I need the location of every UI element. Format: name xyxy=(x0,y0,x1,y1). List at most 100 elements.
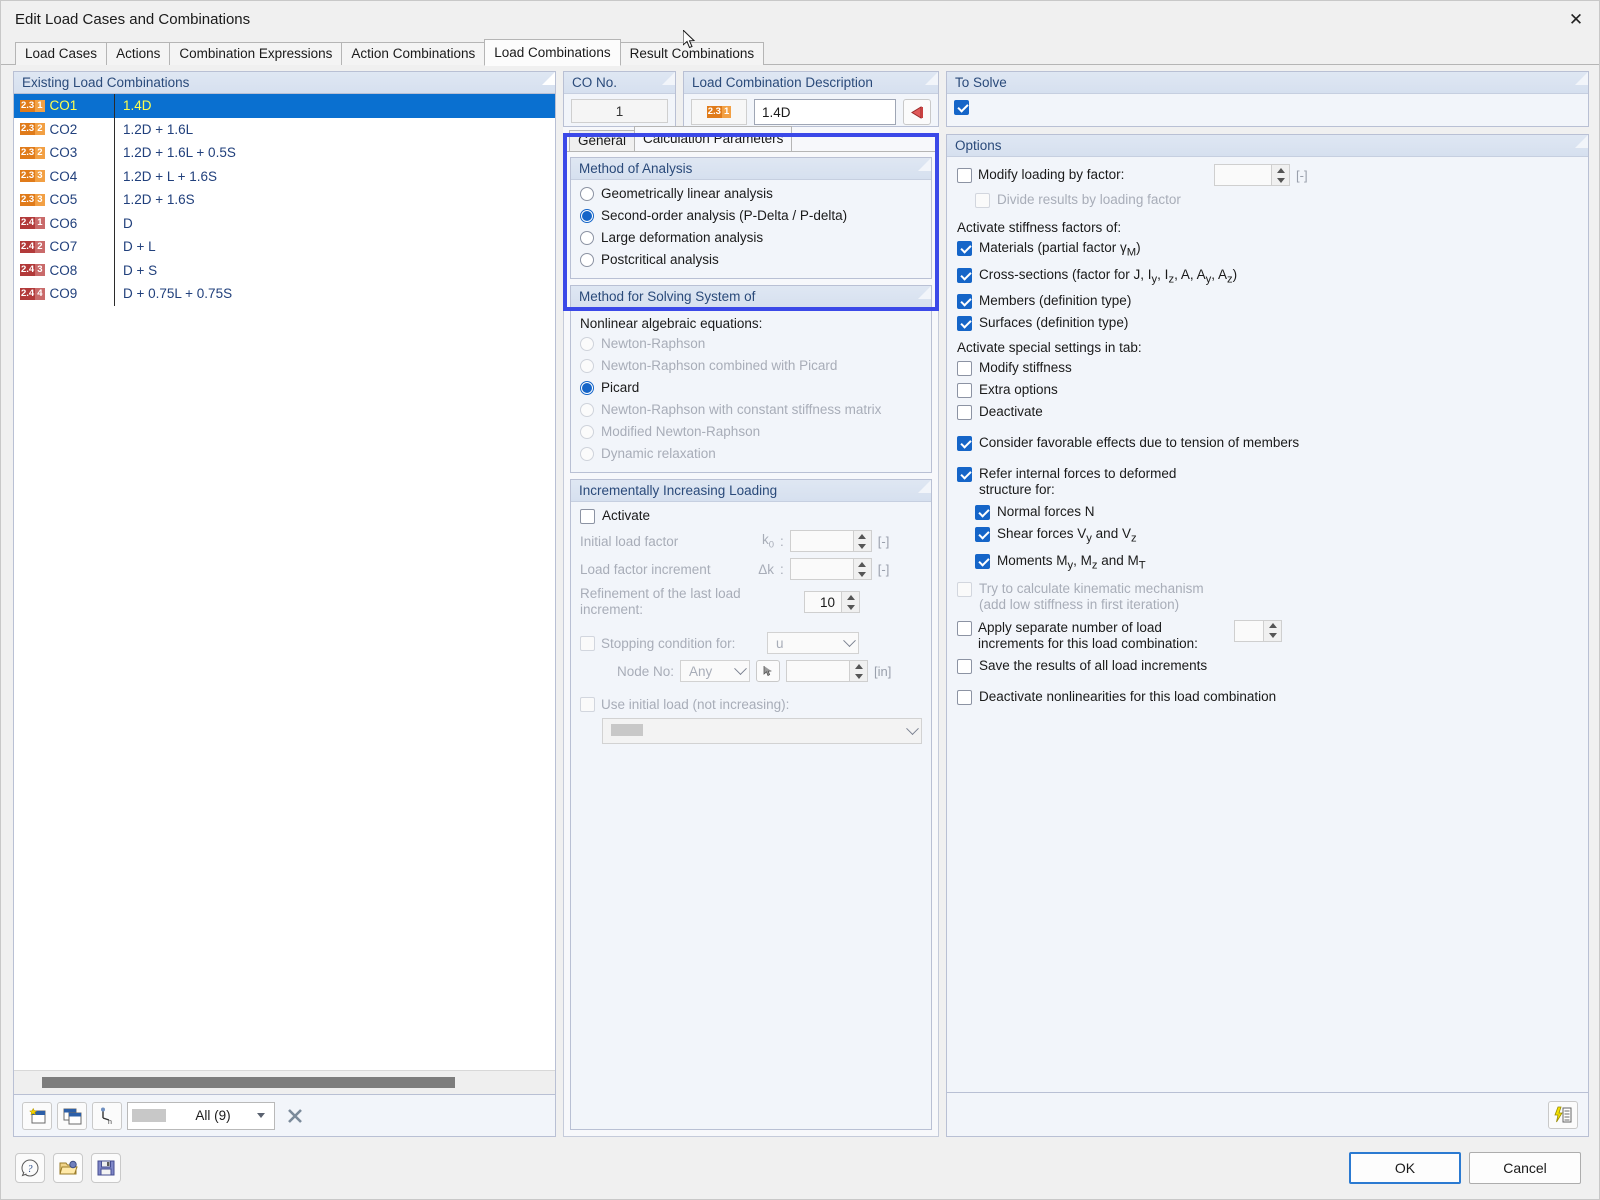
description-input[interactable]: 1.4D xyxy=(754,99,896,125)
inner-tab-calculation-parameters[interactable]: Calculation Parameters xyxy=(634,126,792,151)
tab-result-combinations[interactable]: Result Combinations xyxy=(620,42,765,65)
combination-list[interactable]: 2.31CO11.4D2.32CO21.2D + 1.6L2.32CO31.2D… xyxy=(13,93,556,1095)
checkbox[interactable] xyxy=(975,527,990,542)
filter-combo[interactable]: All (9) xyxy=(127,1102,275,1130)
solving-system-option-2[interactable]: Picard xyxy=(576,377,926,399)
stepper-arrows[interactable] xyxy=(853,531,871,551)
stiffness-option-2[interactable]: Members (definition type) xyxy=(953,290,1582,312)
stepper-arrows[interactable] xyxy=(853,559,871,579)
table-row[interactable]: 2.44CO9D + 0.75L + 0.75S xyxy=(14,282,555,306)
node-no-select[interactable]: Any xyxy=(680,660,750,682)
save-icon[interactable] xyxy=(91,1153,121,1183)
stepper-arrows[interactable] xyxy=(841,592,859,612)
stopping-condition-select[interactable]: u xyxy=(767,632,859,654)
radio-button[interactable] xyxy=(580,187,594,201)
stepper-down-icon[interactable] xyxy=(854,541,871,551)
ok-button[interactable]: OK xyxy=(1349,1152,1461,1184)
delete-icon[interactable] xyxy=(280,1102,310,1130)
initial-load-factor-stepper[interactable] xyxy=(790,530,872,552)
solving-system-option-5[interactable]: Dynamic relaxation xyxy=(576,443,926,465)
checkbox[interactable] xyxy=(957,294,972,309)
horizontal-scrollbar[interactable] xyxy=(14,1070,555,1094)
stepper-up-icon[interactable] xyxy=(854,559,871,569)
initial-load-select[interactable] xyxy=(602,718,922,744)
radio-button[interactable] xyxy=(580,253,594,267)
radio-button[interactable] xyxy=(580,359,594,373)
divide-results-row[interactable]: Divide results by loading factor xyxy=(953,189,1582,211)
separate-increments-stepper[interactable] xyxy=(1234,620,1282,642)
separate-increments-checkbox[interactable] xyxy=(957,621,972,636)
tab-action-combinations[interactable]: Action Combinations xyxy=(341,42,485,65)
activate-row[interactable]: Activate xyxy=(576,505,926,527)
refinement-value[interactable]: 10 xyxy=(805,592,841,612)
table-row[interactable]: 2.43CO8D + S xyxy=(14,259,555,283)
stepper-down-icon[interactable] xyxy=(1264,631,1281,641)
inner-tab-general[interactable]: General xyxy=(569,130,635,151)
deactivate-nonlin-checkbox[interactable] xyxy=(957,690,972,705)
radio-button[interactable] xyxy=(580,381,594,395)
refer-internal-option-2[interactable]: Moments My, Mz and MT xyxy=(971,550,1582,577)
radio-button[interactable] xyxy=(580,425,594,439)
stepper-down-icon[interactable] xyxy=(850,671,867,681)
kinematic-checkbox[interactable] xyxy=(957,582,972,597)
special-setting-option-2[interactable]: Deactivate xyxy=(953,401,1582,423)
table-row[interactable]: 2.33CO41.2D + L + 1.6S xyxy=(14,165,555,189)
method-of-analysis-option-2[interactable]: Large deformation analysis xyxy=(576,227,926,249)
solving-system-option-0[interactable]: Newton-Raphson xyxy=(576,333,926,355)
special-setting-option-0[interactable]: Modify stiffness xyxy=(953,357,1582,379)
stepper-down-icon[interactable] xyxy=(854,569,871,579)
tab-combination-expressions[interactable]: Combination Expressions xyxy=(169,42,342,65)
initial-load-factor-value[interactable] xyxy=(791,531,853,551)
radio-button[interactable] xyxy=(580,403,594,417)
load-factor-increment-stepper[interactable] xyxy=(790,558,872,580)
new-combination-icon[interactable] xyxy=(22,1102,52,1130)
stiffness-option-1[interactable]: Cross-sections (factor for J, Iy, Iz, A,… xyxy=(953,264,1582,291)
method-of-analysis-option-3[interactable]: Postcritical analysis xyxy=(576,249,926,271)
table-row[interactable]: 2.31CO11.4D xyxy=(14,94,555,118)
stepper-down-icon[interactable] xyxy=(1272,175,1289,185)
modify-loading-checkbox[interactable] xyxy=(957,168,972,183)
special-setting-option-1[interactable]: Extra options xyxy=(953,379,1582,401)
close-icon[interactable]: ✕ xyxy=(1553,1,1599,39)
solving-system-option-4[interactable]: Modified Newton-Raphson xyxy=(576,421,926,443)
table-row[interactable]: 2.32CO21.2D + 1.6L xyxy=(14,118,555,142)
stepper-up-icon[interactable] xyxy=(854,531,871,541)
stepper-up-icon[interactable] xyxy=(1264,621,1281,631)
stiffness-option-0[interactable]: Materials (partial factor γM) xyxy=(953,237,1582,264)
open-icon[interactable] xyxy=(53,1153,83,1183)
stepper-down-icon[interactable] xyxy=(842,602,859,612)
stiffness-option-3[interactable]: Surfaces (definition type) xyxy=(953,312,1582,334)
table-row[interactable]: 2.33CO51.2D + 1.6S xyxy=(14,188,555,212)
solving-system-option-3[interactable]: Newton-Raphson with constant stiffness m… xyxy=(576,399,926,421)
radio-button[interactable] xyxy=(580,447,594,461)
favorable-row[interactable]: Consider favorable effects due to tensio… xyxy=(953,423,1582,454)
stepper-arrows[interactable] xyxy=(1271,165,1289,185)
checkbox[interactable] xyxy=(957,241,972,256)
stepper-up-icon[interactable] xyxy=(1272,165,1289,175)
radio-button[interactable] xyxy=(580,209,594,223)
save-results-checkbox[interactable] xyxy=(957,659,972,674)
table-row[interactable]: 2.42CO7D + L xyxy=(14,235,555,259)
node-amount-stepper[interactable] xyxy=(786,660,868,682)
refer-internal-option-0[interactable]: Normal forces N xyxy=(971,501,1582,523)
checkbox[interactable] xyxy=(957,268,972,283)
co-no-value[interactable]: 1 xyxy=(571,99,668,123)
stepper-up-icon[interactable] xyxy=(850,661,867,671)
refer-internal-option-1[interactable]: Shear forces Vy and Vz xyxy=(971,523,1582,550)
node-amount-value[interactable] xyxy=(787,661,849,681)
checkbox[interactable] xyxy=(957,383,972,398)
divide-results-checkbox[interactable] xyxy=(975,193,990,208)
help-icon[interactable]: ? xyxy=(15,1153,45,1183)
cancel-button[interactable]: Cancel xyxy=(1469,1152,1581,1184)
checkbox[interactable] xyxy=(975,505,990,520)
table-row[interactable]: 2.32CO31.2D + 1.6L + 0.5S xyxy=(14,141,555,165)
favorable-checkbox[interactable] xyxy=(957,436,972,451)
renumber-icon[interactable]: n xyxy=(92,1102,122,1130)
resulting-combination-icon[interactable] xyxy=(903,99,931,125)
tab-actions[interactable]: Actions xyxy=(106,42,170,65)
tab-load-combinations[interactable]: Load Combinations xyxy=(484,39,620,66)
modify-loading-value[interactable] xyxy=(1215,165,1271,185)
refer-internal-row[interactable]: Refer internal forces to deformed struct… xyxy=(953,454,1582,501)
checkbox[interactable] xyxy=(975,554,990,569)
checkbox[interactable] xyxy=(957,361,972,376)
